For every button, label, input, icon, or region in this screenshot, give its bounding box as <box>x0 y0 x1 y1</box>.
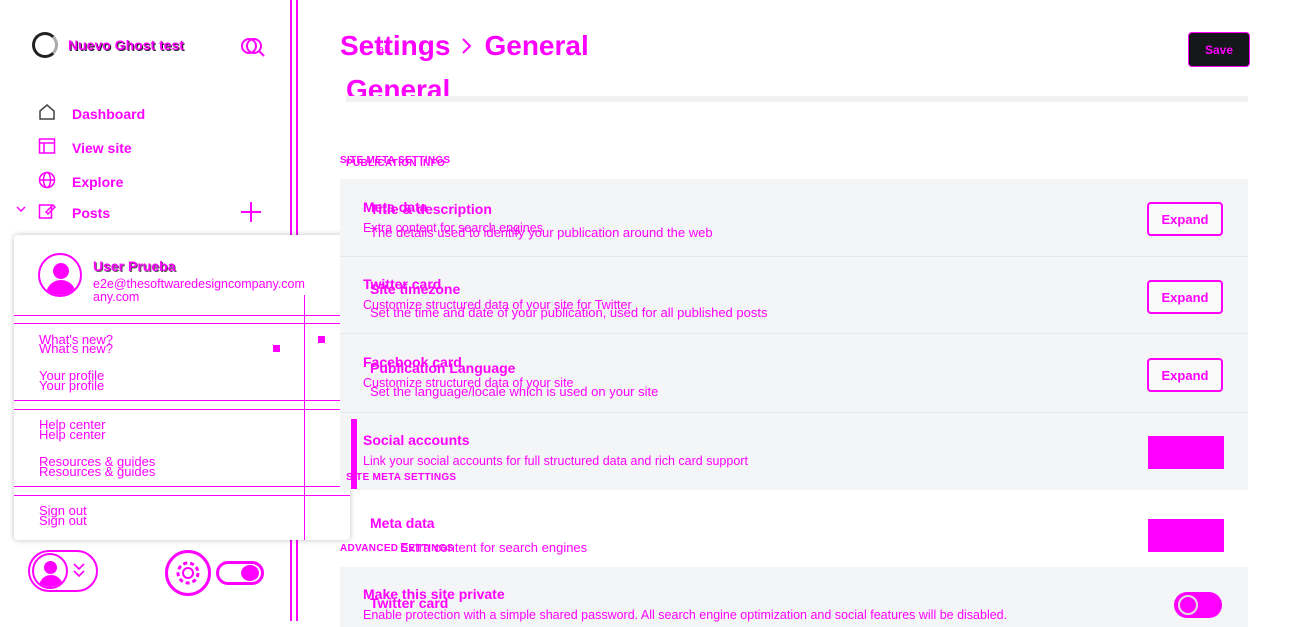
nav-label: Explore <box>72 173 124 190</box>
unread-dot-icon <box>273 345 280 352</box>
nav-explore[interactable]: Explore <box>38 171 123 192</box>
globe-icon <box>38 171 56 192</box>
breadcrumb: Settings al General <box>340 30 589 62</box>
chevron-down-icon[interactable] <box>15 203 27 218</box>
chevron-double-down-icon <box>72 561 86 584</box>
site-logo-icon <box>32 32 58 58</box>
user-email-wrap: any.com <box>93 290 140 304</box>
menu-divider <box>14 486 350 487</box>
user-menu-toggle[interactable] <box>28 550 98 592</box>
section-label-site-meta: SITE META SETTINGS <box>346 472 457 483</box>
menu-sign-out-echo: Sign out <box>39 513 87 528</box>
menu-divider <box>14 495 350 496</box>
user-avatar <box>38 253 82 297</box>
row-desc: Set the time and date of your publicatio… <box>370 305 768 320</box>
menu-help-center-echo: Help center <box>39 427 106 442</box>
nav-label: Dashboard <box>72 105 146 122</box>
home-icon <box>38 103 56 124</box>
row-title-title-description: Title & description <box>370 201 492 217</box>
row-divider <box>340 256 1248 257</box>
menu-divider <box>14 323 350 324</box>
row-title-site-timezone: Site timezone <box>370 281 461 297</box>
row-desc: Enable protection with a simple shared p… <box>363 608 1008 622</box>
chevron-right-icon <box>460 30 474 62</box>
nav-label: View site <box>72 139 132 156</box>
section-label-publication-info: PUBLICATION INFO <box>346 158 446 169</box>
menu-whats-new-echo: What's new? <box>39 341 114 356</box>
dark-mode-toggle[interactable] <box>216 561 264 585</box>
row-title-meta-data: Meta data <box>370 515 435 531</box>
private-site-toggle[interactable] <box>1174 592 1222 618</box>
row-desc: Set the language/locale which is used on… <box>370 384 659 399</box>
breadcrumb-current: General <box>484 30 589 61</box>
nav-posts[interactable]: Posts <box>38 202 110 223</box>
expand-button[interactable]: Expand <box>1147 358 1223 392</box>
edit-icon <box>38 202 57 223</box>
meta-data-expand-button[interactable] <box>1148 519 1224 552</box>
footer-avatar <box>32 553 68 589</box>
search-icon[interactable] <box>240 36 266 65</box>
row-divider <box>340 333 1248 334</box>
nav-view-site[interactable]: View site <box>38 137 132 158</box>
site-brand[interactable]: Nuevo Ghost test <box>32 32 184 58</box>
unread-dot-icon <box>318 336 325 343</box>
user-name: User Prueba <box>93 258 176 274</box>
nav-dashboard[interactable]: Dashboard <box>38 103 145 124</box>
moon-icon <box>241 565 259 581</box>
menu-inner-border <box>304 295 305 540</box>
site-name: Nuevo Ghost test <box>68 37 184 53</box>
expand-button[interactable]: Expand <box>1147 202 1223 236</box>
breadcrumb-root[interactable]: Settings <box>340 30 450 62</box>
browser-icon <box>38 137 56 158</box>
menu-resources-echo: Resources & guides <box>39 464 156 479</box>
settings-gear-icon[interactable] <box>165 550 211 596</box>
user-menu: User Prueba e2e@thesoftwaredesigncompany… <box>14 235 350 540</box>
section-label-advanced: ADVANCED SETTINGS <box>340 543 454 554</box>
row-title-publication-language: Publication Language <box>370 360 516 376</box>
row-divider <box>340 412 1248 413</box>
overlay-row-desc: Link your social accounts for full struc… <box>363 454 748 468</box>
expand-button[interactable]: Expand <box>1147 280 1223 314</box>
new-post-plus-icon[interactable] <box>241 202 261 222</box>
nav-label: Posts <box>72 204 111 221</box>
menu-divider <box>14 409 350 410</box>
save-button[interactable]: Save <box>1188 32 1250 67</box>
overlay-row-title: Social accounts <box>363 432 470 448</box>
breadcrumb-sub: al <box>378 44 387 56</box>
menu-divider <box>14 400 350 401</box>
menu-divider <box>14 315 350 316</box>
row-desc: The details used to identify your public… <box>370 225 713 240</box>
header-divider <box>346 96 1248 102</box>
menu-your-profile-echo: Your profile <box>39 378 105 393</box>
social-accounts-expand-button[interactable] <box>1148 436 1224 469</box>
